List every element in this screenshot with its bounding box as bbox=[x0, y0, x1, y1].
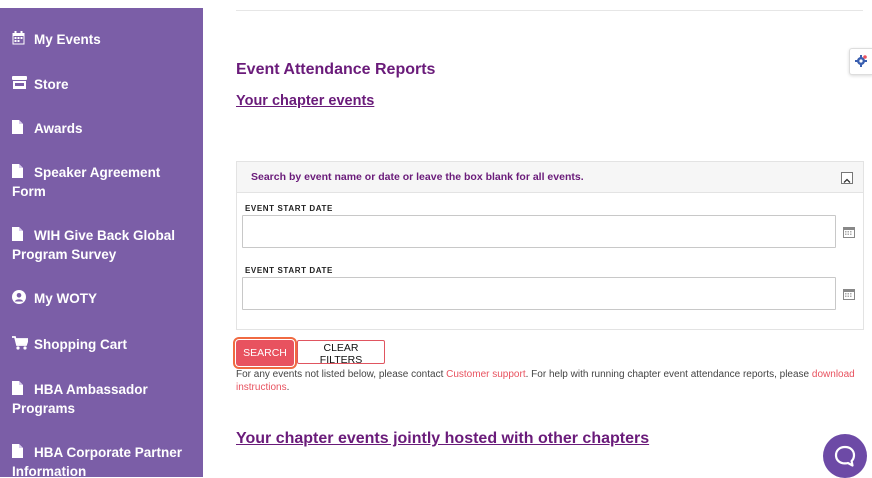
search-panel-header: Search by event name or date or leave th… bbox=[237, 162, 863, 193]
sidebar-item-label: Awards bbox=[34, 121, 83, 136]
chat-button[interactable] bbox=[823, 434, 867, 478]
help-text-part: . bbox=[286, 382, 290, 393]
help-text-part: . For help with running chapter event at… bbox=[525, 369, 812, 380]
sidebar-item-label: Speaker Agreement Form bbox=[12, 165, 161, 199]
sidebar-item-shopping-cart[interactable]: Shopping Cart bbox=[12, 335, 197, 354]
calendar-icon bbox=[12, 31, 26, 45]
sidebar-item-awards[interactable]: Awards bbox=[12, 119, 197, 138]
sidebar-nav: My Events Store Awards Speaker Agreement… bbox=[0, 8, 203, 477]
event-start-date-input[interactable] bbox=[242, 215, 836, 248]
file-icon bbox=[12, 120, 26, 134]
event-start-date-label: EVENT START DATE bbox=[245, 204, 333, 213]
file-icon bbox=[12, 164, 26, 178]
collapse-button[interactable] bbox=[841, 172, 853, 184]
sidebar-item-label: HBA Ambassador Programs bbox=[12, 382, 148, 416]
clear-filters-button[interactable]: CLEAR FILTERS bbox=[297, 340, 385, 366]
cart-icon bbox=[12, 336, 28, 350]
store-icon bbox=[12, 76, 27, 90]
sidebar-item-wih-survey[interactable]: WIH Give Back Global Program Survey bbox=[12, 226, 197, 264]
sidebar-item-hba-ambassador[interactable]: HBA Ambassador Programs bbox=[12, 380, 197, 418]
gear-icon bbox=[855, 55, 867, 67]
page-title: Event Attendance Reports bbox=[236, 61, 436, 78]
sidebar-item-store[interactable]: Store bbox=[12, 75, 197, 94]
top-divider bbox=[236, 10, 863, 11]
sidebar-item-speaker-agreement[interactable]: Speaker Agreement Form bbox=[12, 163, 197, 201]
sidebar-item-my-woty[interactable]: My WOTY bbox=[12, 289, 197, 308]
sidebar-item-label: HBA Corporate Partner Information bbox=[12, 445, 183, 477]
sidebar-item-my-events[interactable]: My Events bbox=[12, 30, 197, 49]
file-icon bbox=[12, 381, 26, 395]
calendar-icon[interactable] bbox=[843, 289, 855, 300]
joint-chapter-events-link[interactable]: Your chapter events jointly hosted with … bbox=[236, 430, 649, 448]
event-start-date-label-2: EVENT START DATE bbox=[245, 266, 333, 275]
sidebar-item-label: WIH Give Back Global Program Survey bbox=[12, 228, 176, 262]
chat-bubble-icon bbox=[834, 445, 856, 467]
sidebar-item-label: My WOTY bbox=[34, 291, 97, 306]
event-end-date-input[interactable] bbox=[242, 277, 836, 310]
sidebar-item-label: My Events bbox=[34, 32, 101, 47]
file-icon bbox=[12, 444, 26, 458]
sidebar-item-label: Store bbox=[34, 77, 69, 92]
settings-tab[interactable] bbox=[849, 48, 872, 75]
sidebar-item-hba-corporate[interactable]: HBA Corporate Partner Information bbox=[12, 443, 197, 477]
chapter-events-link[interactable]: Your chapter events bbox=[236, 93, 374, 109]
search-panel-instructions: Search by event name or date or leave th… bbox=[251, 171, 584, 183]
customer-support-link[interactable]: Customer support bbox=[446, 369, 525, 380]
help-text-part: For any events not listed below, please … bbox=[236, 369, 447, 380]
search-button[interactable]: SEARCH bbox=[233, 337, 297, 369]
calendar-icon[interactable] bbox=[843, 227, 855, 238]
sidebar-item-label: Shopping Cart bbox=[34, 337, 127, 352]
chevron-up-icon bbox=[843, 178, 851, 183]
search-panel: Search by event name or date or leave th… bbox=[236, 161, 864, 330]
file-icon bbox=[12, 227, 26, 241]
user-circle-icon bbox=[12, 290, 26, 304]
help-text: For any events not listed below, please … bbox=[236, 368, 856, 394]
